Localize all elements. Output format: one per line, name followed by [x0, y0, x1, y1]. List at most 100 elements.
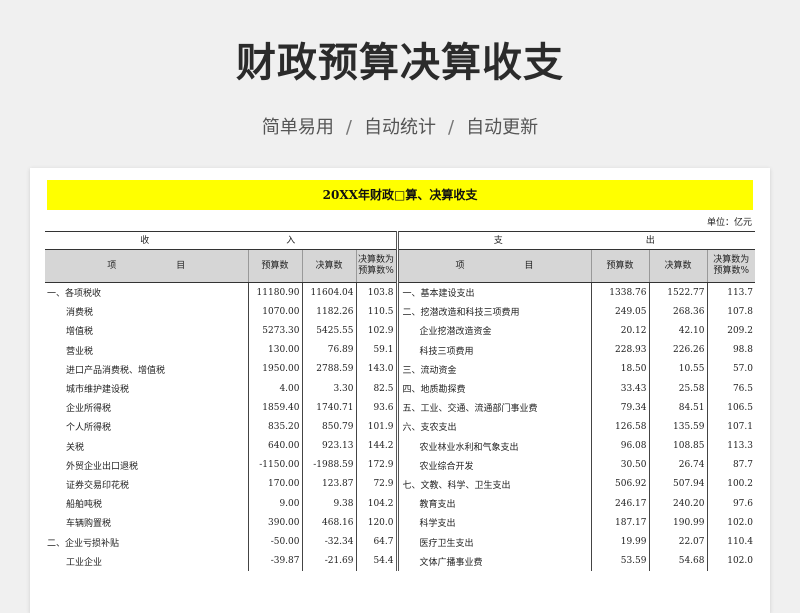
expense-final-cell: 54.68: [648, 551, 707, 571]
table-row: 进口产品消费税、增值税 1950.00 2788.59 143.0 三、流动资金 18.5…: [45, 359, 755, 379]
income-item-name: 工业企业: [66, 557, 103, 568]
col-header-final: 决算数: [301, 249, 356, 283]
income-budget-cell: -1150.00: [247, 455, 302, 475]
income-pct-cell: 59.1: [355, 340, 399, 360]
table-row: 二、企业亏损补贴 -50.00 -32.34 64.7 医疗卫生支出 19.99 22.07…: [45, 532, 755, 552]
expense-budget-cell: 126.58: [590, 417, 649, 437]
table-row: 消费税 1070.00 1182.26 110.5 二、挖潜改造和科技三项费用 249.0…: [45, 302, 755, 322]
table-row: 城市维护建设税 4.00 3.30 82.5 四、地质勘探费 33.43 25.58 76.5: [45, 378, 755, 399]
col-header-pct: 决算数为 预算数%: [355, 249, 399, 283]
income-final-cell: 76.89: [301, 340, 356, 360]
income-pct-cell: 144.2: [355, 436, 399, 456]
expense-item-name: 教育支出: [419, 500, 456, 511]
income-item-name: 营业税: [66, 346, 94, 357]
income-budget-cell: -50.00: [247, 532, 302, 552]
income-item-name: 二、企业亏损补贴: [47, 538, 120, 549]
expense-pct-cell: 98.8: [706, 340, 755, 360]
income-pct-cell: 120.0: [355, 513, 399, 533]
income-item-name: 船舶吨税: [66, 500, 103, 511]
expense-final-cell: 240.20: [648, 494, 707, 514]
expense-pct-cell: 113.3: [706, 436, 755, 456]
expense-pct-cell: 106.5: [706, 398, 755, 418]
expense-final-cell: 507.94: [648, 474, 707, 495]
income-final-cell: 123.87: [301, 474, 356, 495]
expense-final-cell: 226.26: [648, 340, 707, 360]
tag-auto-stats: 自动统计: [364, 117, 436, 138]
income-pct-cell: 103.8: [355, 282, 399, 303]
income-budget-cell: 130.00: [247, 340, 302, 360]
section-header-row: 收 入 支 出: [45, 231, 755, 250]
expense-item-name: 文体广播事业费: [419, 557, 483, 568]
expense-final-cell: 268.36: [648, 302, 707, 322]
expense-pct-cell: 57.0: [706, 359, 755, 379]
expense-final-cell: 190.99: [648, 513, 707, 533]
expense-budget-cell: 187.17: [590, 513, 649, 533]
expense-item-name: 农业林业水利和气象支出: [419, 442, 519, 453]
income-pct-cell: 110.5: [355, 302, 399, 322]
expense-item-name: 七、文教、科学、卫生支出: [402, 480, 511, 491]
expense-budget-cell: 53.59: [590, 551, 649, 571]
income-budget-cell: 835.20: [247, 417, 302, 437]
expense-final-cell: 42.10: [648, 321, 707, 341]
income-item-name: 一、各项税收: [47, 289, 102, 300]
income-label-right: 入: [286, 235, 296, 246]
col-header-budget: 预算数: [247, 249, 302, 283]
tag-auto-update: 自动更新: [466, 117, 539, 138]
sheet-banner-title: 20XX年财政□算、决算收支: [47, 180, 753, 210]
expense-budget-cell: 18.50: [590, 359, 649, 379]
tag-separator: /: [345, 117, 352, 138]
expense-budget-cell: 506.92: [590, 474, 649, 495]
income-pct-cell: 172.9: [355, 455, 399, 475]
expense-pct-cell: 110.4: [706, 532, 755, 552]
expense-final-cell: 10.55: [648, 359, 707, 379]
income-budget-cell: 1859.40: [247, 398, 302, 418]
income-final-cell: 850.79: [301, 417, 356, 437]
expense-budget-cell: 19.99: [590, 532, 649, 552]
income-budget-cell: 5273.30: [247, 321, 302, 341]
income-label-left: 收: [140, 235, 150, 246]
expense-pct-cell: 209.2: [706, 321, 755, 341]
expense-pct-cell: 97.6: [706, 494, 755, 514]
expense-final-cell: 108.85: [648, 436, 707, 456]
expense-final-cell: 25.58: [648, 378, 707, 399]
expense-budget-cell: 33.43: [590, 378, 649, 399]
expense-item-name: 科学支出: [419, 519, 456, 530]
income-final-cell: -32.34: [301, 532, 356, 552]
budget-table: 收 入 支 出 项目 预算数 决算数 决算数为 预算数% 项 目 预算数 决算数…: [45, 231, 755, 571]
col-header-item: 项目: [397, 249, 591, 283]
table-row: 营业税 130.00 76.89 59.1 科技三项费用 228.93 226.26 98.8: [45, 340, 755, 360]
expense-pct-cell: 107.8: [706, 302, 755, 322]
table-body: 一、各项税收 11180.90 11604.04 103.8 一、基本建设支出 1338.…: [45, 282, 755, 571]
income-pct-cell: 143.0: [355, 359, 399, 379]
income-pct-cell: 104.2: [355, 494, 399, 514]
expense-pct-cell: 76.5: [706, 378, 755, 399]
income-budget-cell: -39.87: [247, 551, 302, 571]
table-row: 车辆购置税 390.00 468.16 120.0 科学支出 187.17 190.99 10…: [45, 513, 755, 533]
income-item-name: 关税: [66, 442, 85, 453]
expense-item-name: 农业综合开发: [419, 461, 474, 472]
expense-item-name: 二、挖潜改造和科技三项费用: [402, 308, 520, 319]
income-budget-cell: 170.00: [247, 474, 302, 495]
income-item-name: 个人所得税: [66, 423, 112, 434]
income-final-cell: 11604.04: [301, 282, 356, 303]
expense-item-name: 医疗卫生支出: [419, 538, 474, 549]
table-row: 船舶吨税 9.00 9.38 104.2 教育支出 246.17 240.20 97.6: [45, 494, 755, 514]
expense-final-cell: 135.59: [648, 417, 707, 437]
income-budget-cell: 11180.90: [247, 282, 302, 303]
expense-label-right: 出: [645, 235, 655, 246]
expense-budget-cell: 246.17: [590, 494, 649, 514]
expense-item-name: 企业挖潜改造资金: [419, 327, 492, 338]
expense-budget-cell: 30.50: [590, 455, 649, 475]
income-pct-cell: 72.9: [355, 474, 399, 495]
expense-final-cell: 22.07: [648, 532, 707, 552]
income-final-cell: 9.38: [301, 494, 356, 514]
income-budget-cell: 390.00: [247, 513, 302, 533]
table-row: 外贸企业出口退税 -1150.00 -1988.59 172.9 农业综合开发 30.50…: [45, 455, 755, 475]
table-row: 一、各项税收 11180.90 11604.04 103.8 一、基本建设支出 1338.…: [45, 282, 755, 303]
column-header-row: 项目 预算数 决算数 决算数为 预算数% 项目 预算数 决算数 决算数为 预算数%: [45, 249, 755, 283]
table-row: 个人所得税 835.20 850.79 101.9 六、支农支出 126.58 135.59…: [45, 417, 755, 437]
unit-label: 单位：亿元: [706, 218, 752, 228]
income-final-cell: 923.13: [301, 436, 356, 456]
income-item-name: 消费税: [66, 308, 94, 319]
income-budget-cell: 9.00: [247, 494, 302, 514]
